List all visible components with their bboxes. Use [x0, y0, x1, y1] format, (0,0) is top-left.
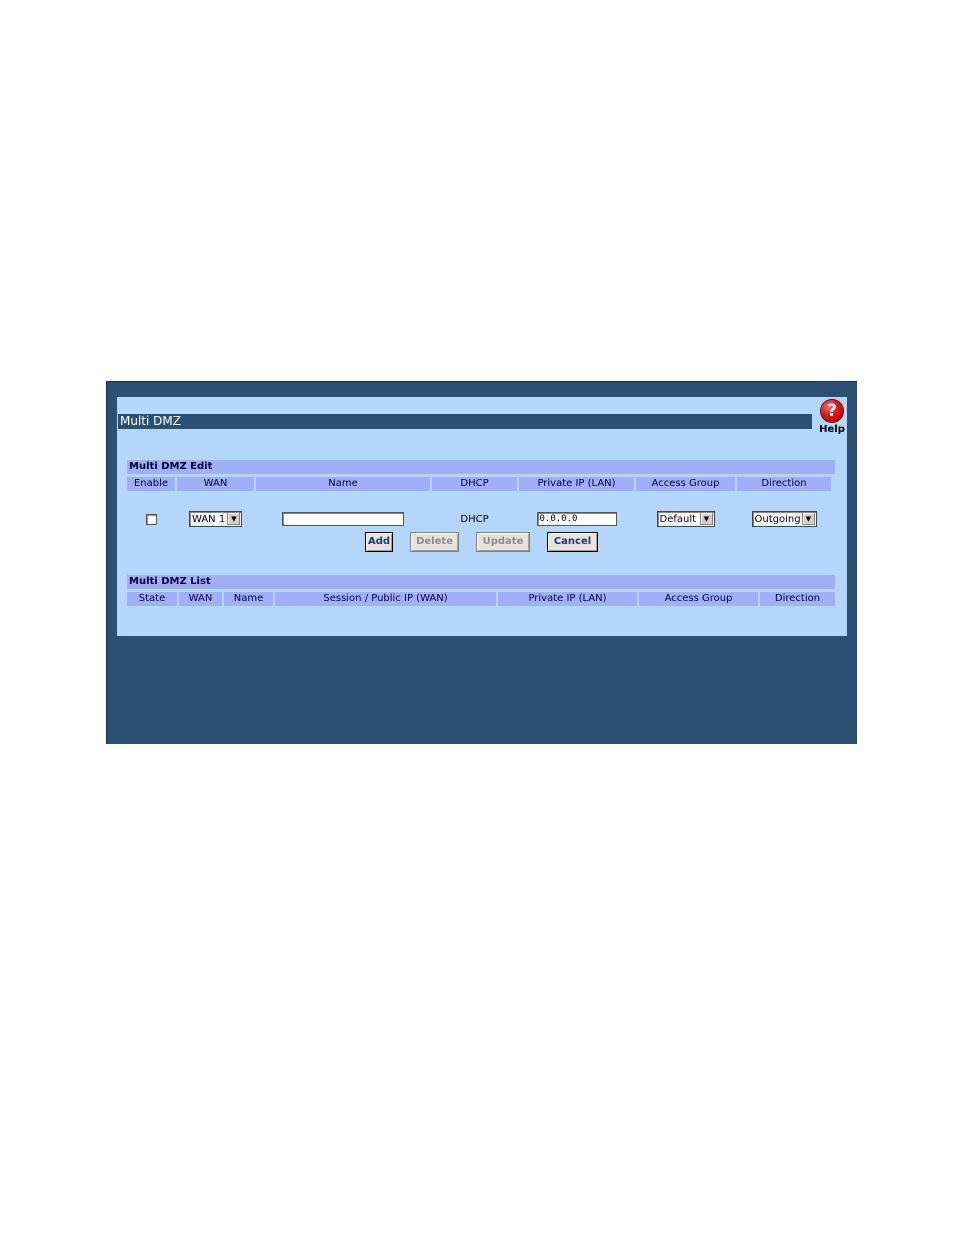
edit-input-row: WAN 1 ▼ DHCP Default ▼ Outgoing ▼: [127, 509, 835, 529]
edit-header-access-group: Access Group: [636, 477, 735, 491]
private-ip-input[interactable]: [536, 512, 617, 526]
list-header-state: State: [127, 592, 177, 606]
wan-select-value: WAN 1: [192, 513, 226, 525]
name-input[interactable]: [282, 512, 404, 526]
edit-header-dhcp: DHCP: [432, 477, 517, 491]
delete-button[interactable]: Delete: [410, 532, 459, 552]
direction-select[interactable]: Outgoing ▼: [751, 511, 817, 527]
list-header-access-group: Access Group: [639, 592, 758, 606]
enable-checkbox[interactable]: [145, 513, 157, 525]
edit-header-wan: WAN: [177, 477, 254, 491]
dhcp-text: DHCP: [460, 513, 489, 525]
page-title: Multi DMZ: [118, 414, 812, 429]
list-header-session-public-ip: Session / Public IP (WAN): [275, 592, 496, 606]
update-button[interactable]: Update: [476, 532, 530, 552]
help-label[interactable]: Help: [817, 424, 847, 435]
help-icon[interactable]: ?: [821, 400, 843, 422]
edit-section-title: Multi DMZ Edit: [127, 460, 835, 474]
edit-header-enable: Enable: [127, 477, 175, 491]
wan-select[interactable]: WAN 1 ▼: [189, 511, 242, 527]
chevron-down-icon[interactable]: ▼: [227, 513, 240, 525]
help-button[interactable]: ? Help: [817, 400, 847, 444]
list-header-wan: WAN: [179, 592, 222, 606]
list-header-direction: Direction: [760, 592, 835, 606]
action-buttons: Add Delete Update Cancel: [117, 532, 847, 554]
chevron-down-icon[interactable]: ▼: [699, 513, 713, 525]
list-header-private-ip: Private IP (LAN): [498, 592, 637, 606]
edit-header-name: Name: [256, 477, 430, 491]
list-header-row: State WAN Name Session / Public IP (WAN)…: [127, 592, 835, 606]
list-section-title: Multi DMZ List: [127, 575, 835, 589]
list-header-name: Name: [224, 592, 273, 606]
edit-header-row: Enable WAN Name DHCP Private IP (LAN) Ac…: [127, 477, 831, 491]
access-group-select-value: Default: [659, 513, 697, 525]
edit-header-direction: Direction: [737, 477, 831, 491]
edit-header-private-ip: Private IP (LAN): [519, 477, 634, 491]
multi-dmz-panel: Multi DMZ ? Help Multi DMZ Edit Enable W…: [117, 397, 847, 636]
chevron-down-icon[interactable]: ▼: [801, 513, 815, 525]
add-button[interactable]: Add: [365, 532, 393, 552]
cancel-button[interactable]: Cancel: [547, 532, 598, 552]
direction-select-value: Outgoing: [754, 513, 801, 525]
access-group-select[interactable]: Default ▼: [656, 511, 715, 527]
app-frame: Multi DMZ ? Help Multi DMZ Edit Enable W…: [106, 381, 857, 744]
